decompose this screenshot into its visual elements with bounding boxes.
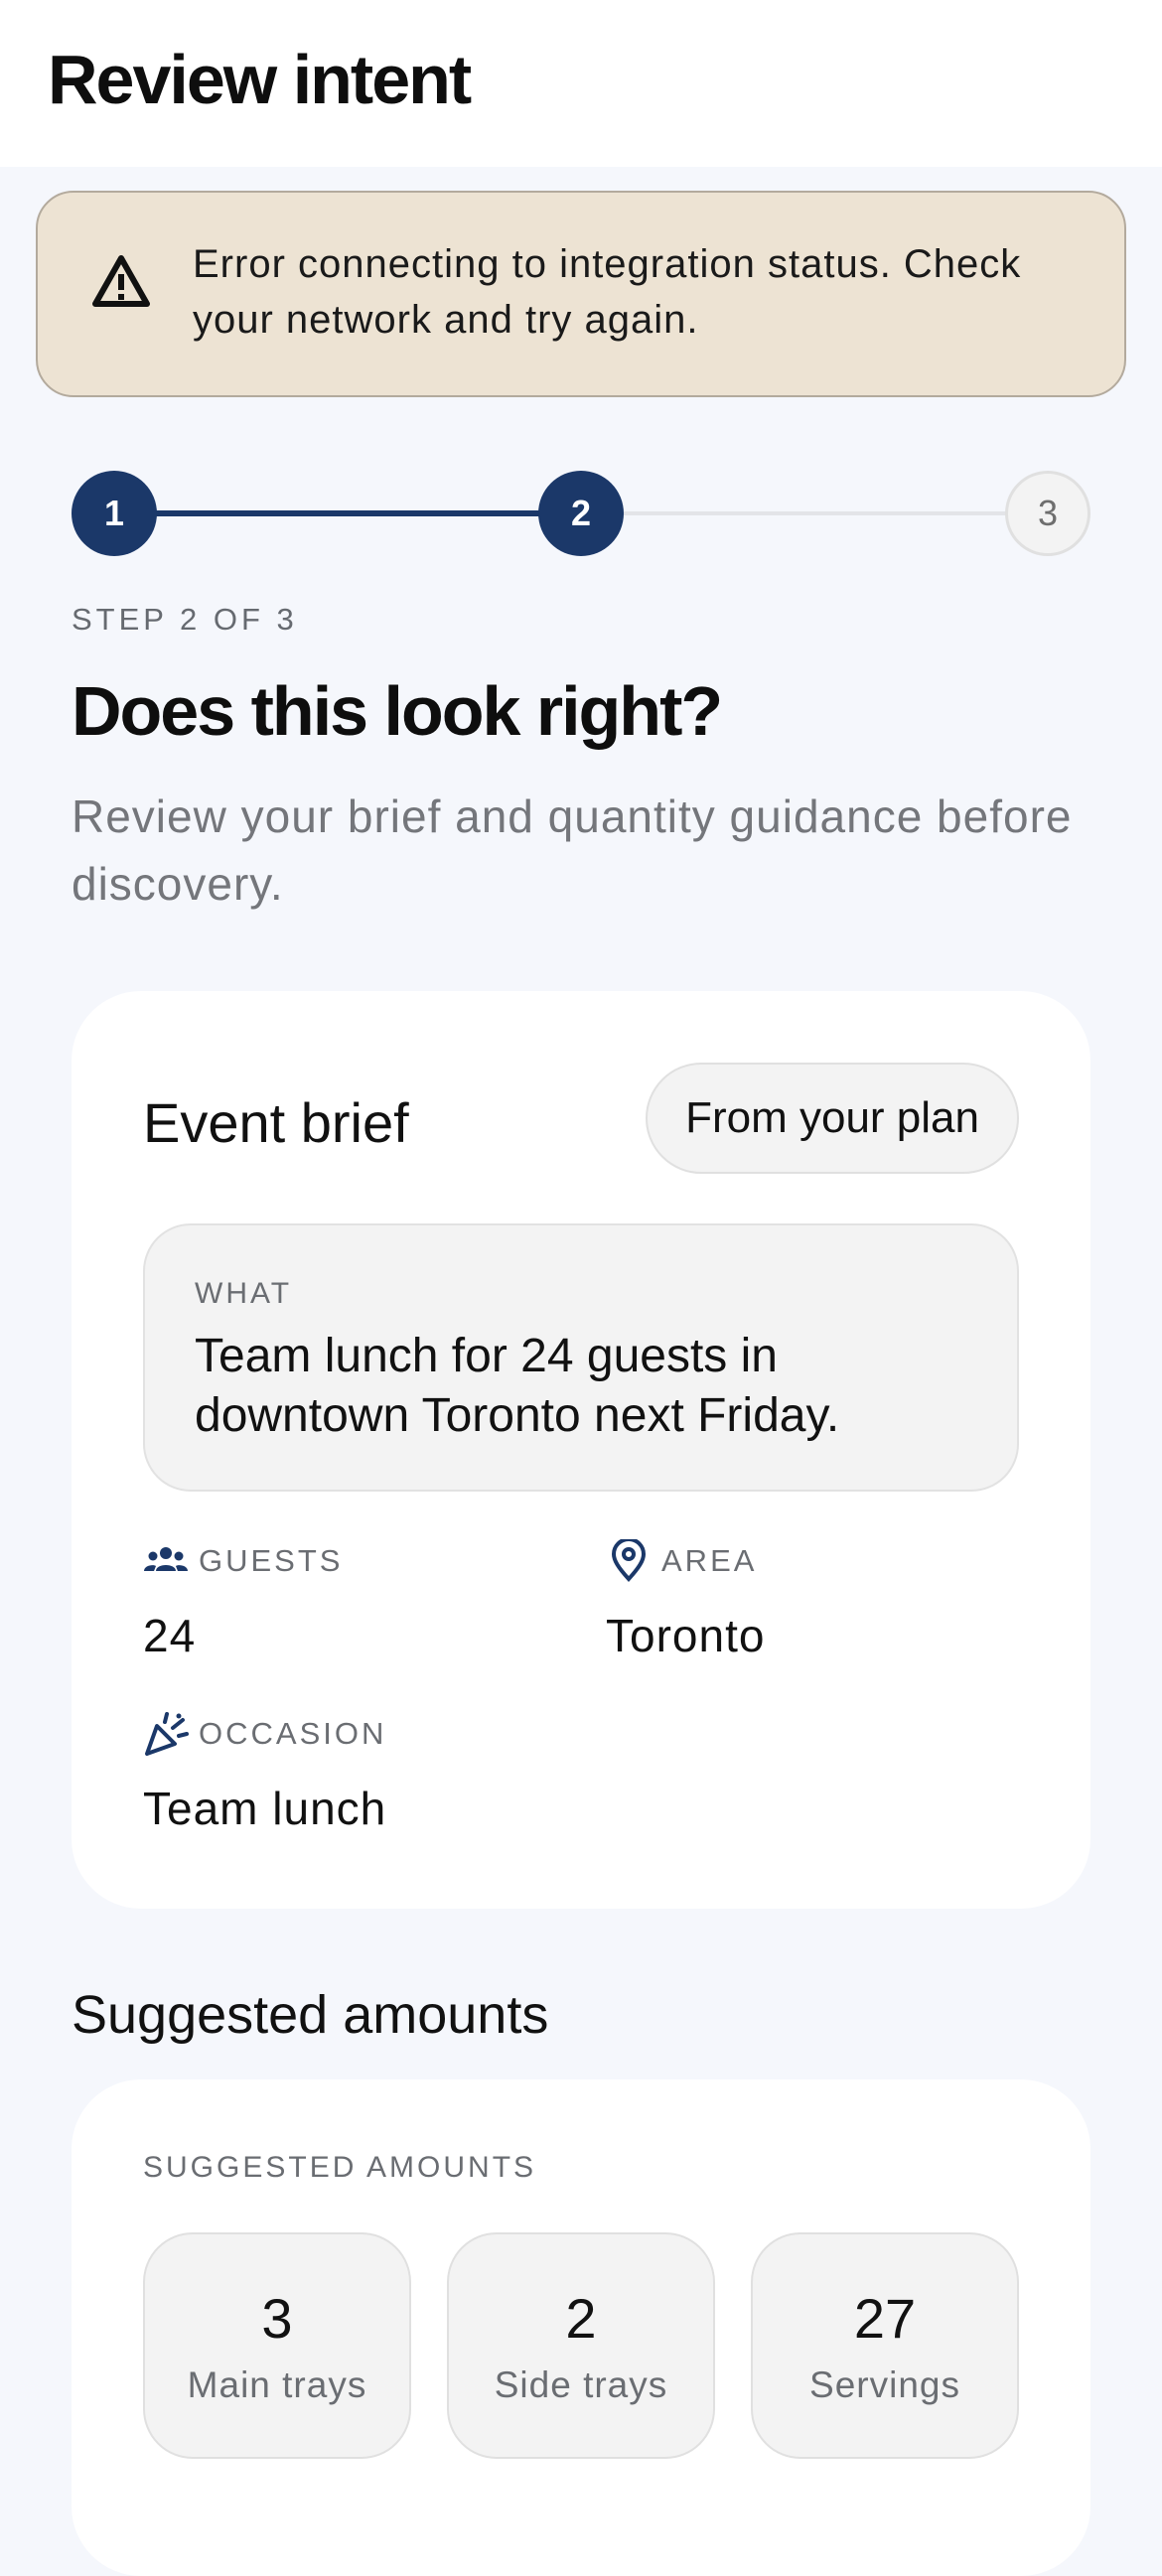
suggested-amounts-card: SUGGESTED AMOUNTS 3 Main trays 2 Side tr… — [72, 2079, 1090, 2576]
amount-value: 2 — [565, 2287, 597, 2350]
app-header: Review intent — [0, 0, 1162, 167]
amount-caption: Side trays — [494, 2364, 668, 2405]
guests-field: GUESTS 24 — [143, 1539, 343, 1662]
warning-triangle-icon — [92, 255, 150, 307]
suggested-amounts-heading: Suggested amounts — [72, 1985, 549, 2045]
amount-tile-main-trays: 3 Main trays — [143, 2232, 411, 2459]
stepper-line-complete — [151, 510, 548, 516]
guests-label: GUESTS — [199, 1543, 344, 1578]
page-heading: Does this look right? — [72, 672, 723, 750]
step-2-circle: 2 — [538, 471, 624, 556]
amount-value: 3 — [261, 2287, 293, 2350]
area-value: Toronto — [606, 1610, 766, 1661]
from-your-plan-pill[interactable]: From your plan — [646, 1063, 1019, 1174]
progress-stepper: 1 2 3 — [72, 471, 1090, 556]
area-field: AREA Toronto — [606, 1539, 765, 1662]
party-popper-icon — [145, 1712, 189, 1756]
guests-value: 24 — [143, 1610, 197, 1661]
event-brief-title: Event brief — [143, 1091, 409, 1154]
what-box: WHAT Team lunch for 24 guests in downtow… — [143, 1223, 1019, 1492]
event-brief-card: Event brief From your plan WHAT Team lun… — [72, 991, 1090, 1909]
error-alert: Error connecting to integration status. … — [36, 191, 1126, 397]
amount-caption: Main trays — [187, 2364, 367, 2405]
page-subtitle: Review your brief and quantity guidance … — [72, 790, 1073, 910]
amount-value: 27 — [853, 2287, 917, 2350]
amount-tile-servings: 27 Servings — [751, 2232, 1019, 2459]
stepper-line-upcoming — [608, 511, 1025, 515]
suggested-amounts-label: SUGGESTED AMOUNTS — [143, 2151, 537, 2184]
step-label: STEP 2 OF 3 — [72, 602, 298, 637]
amount-tile-side-trays: 2 Side trays — [447, 2232, 715, 2459]
occasion-label: OCCASION — [199, 1716, 387, 1751]
what-value: Team lunch for 24 guests in downtown Tor… — [195, 1330, 840, 1442]
occasion-value: Team lunch — [143, 1783, 387, 1834]
amount-caption: Servings — [809, 2364, 960, 2405]
step-1-circle: 1 — [72, 471, 157, 556]
page-header-title: Review intent — [48, 41, 472, 118]
area-label: AREA — [661, 1543, 758, 1578]
people-icon — [144, 1547, 188, 1571]
step-3-circle: 3 — [1005, 471, 1090, 556]
occasion-field: OCCASION Team lunch — [143, 1712, 386, 1835]
what-label: WHAT — [195, 1277, 293, 1310]
alert-message: Error connecting to integration status. … — [193, 242, 1022, 342]
location-pin-icon — [611, 1539, 647, 1582]
